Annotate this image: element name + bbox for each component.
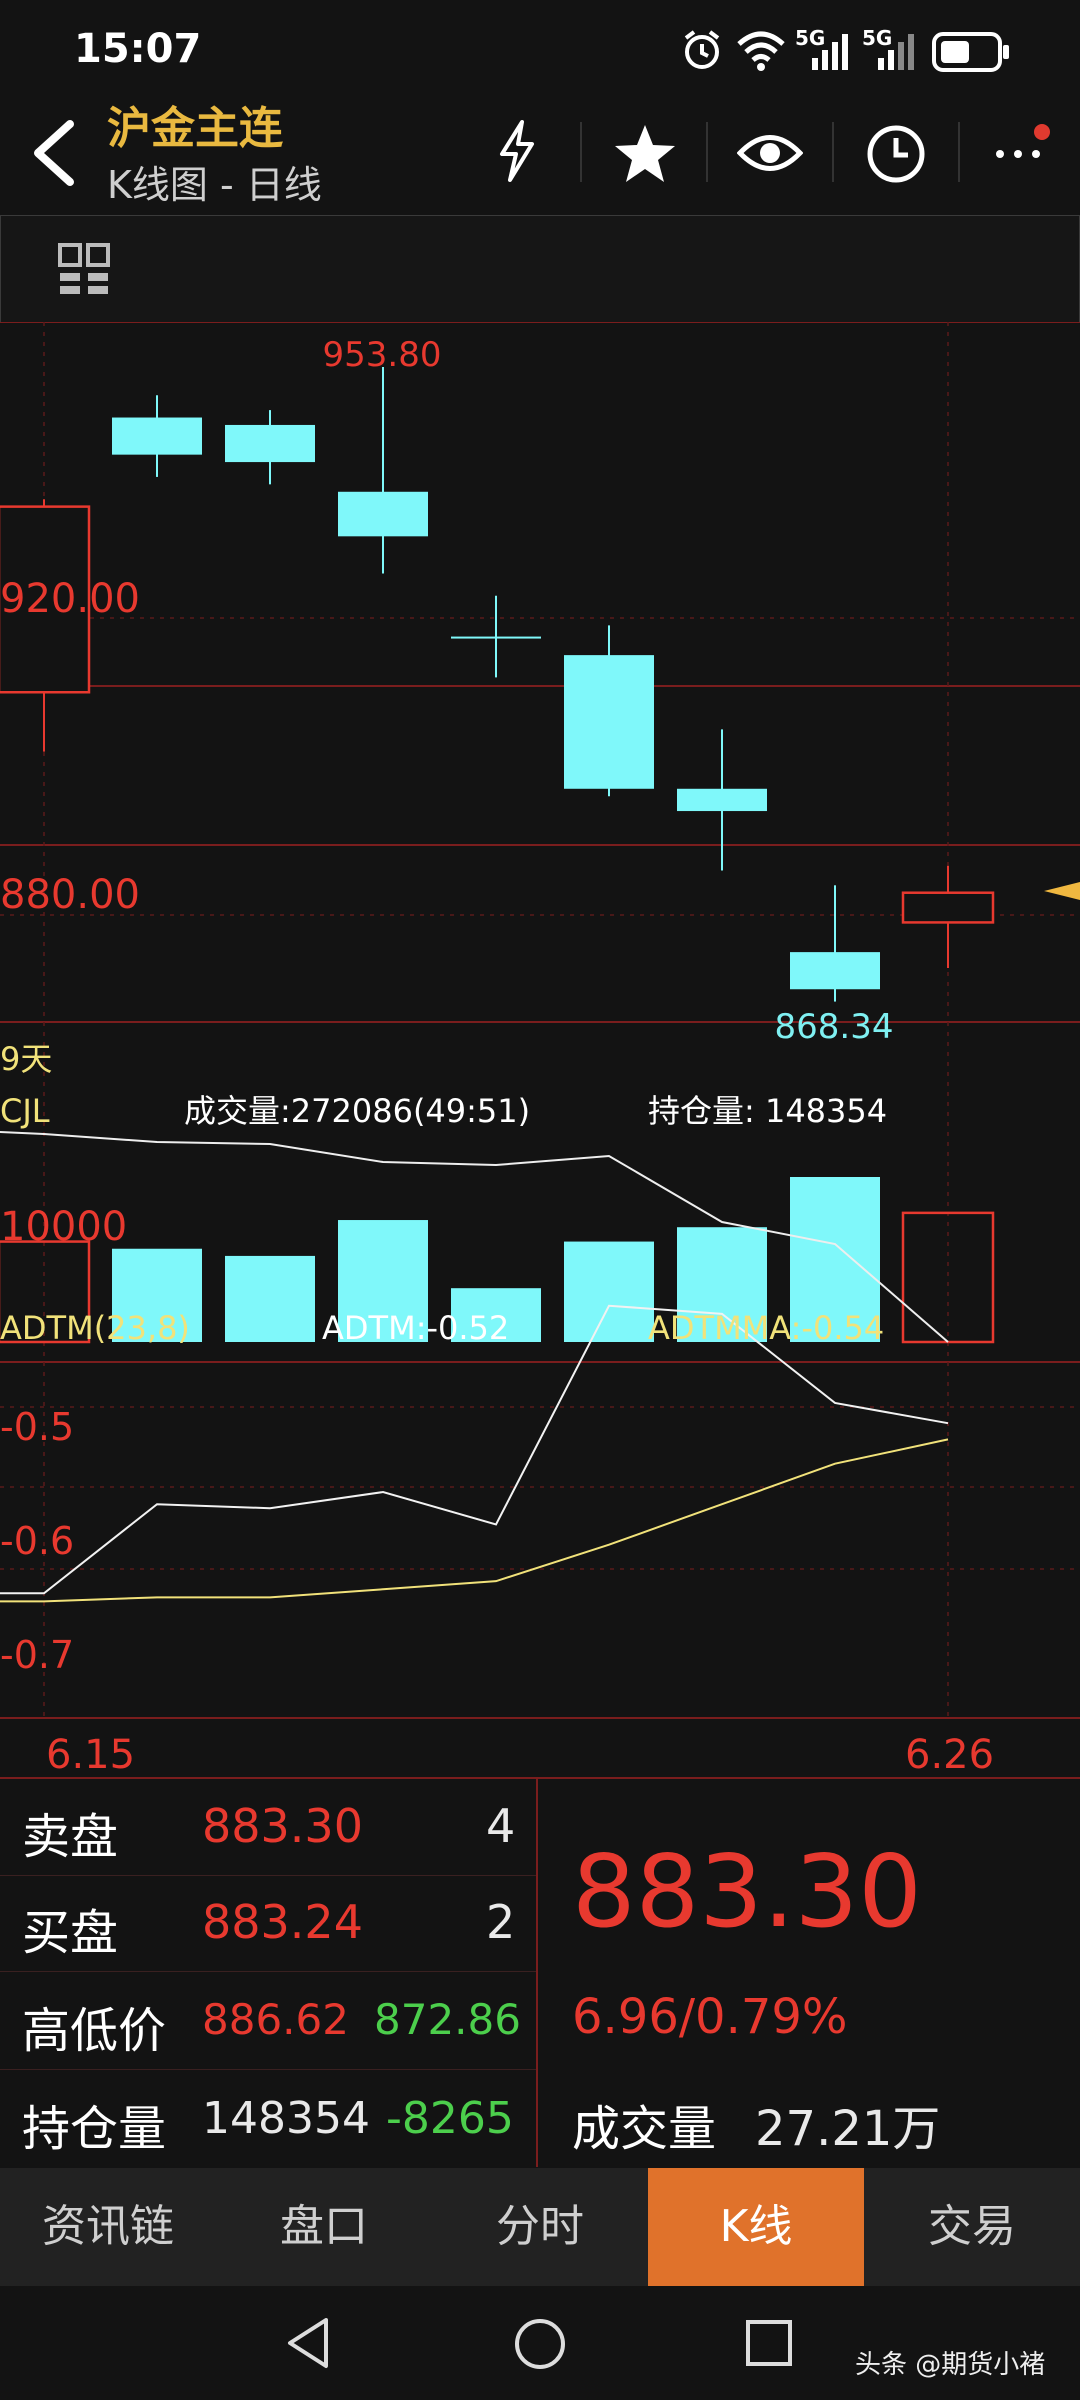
adtm-lines: [0, 1304, 949, 1603]
watch-eye-icon[interactable]: [737, 128, 803, 178]
volume-bar: [225, 1255, 315, 1342]
candle-body: [451, 636, 541, 639]
buy-quantity: 2: [486, 1895, 516, 1949]
alarm-icon: [684, 30, 720, 69]
watermark: 头条 @期货小褚: [855, 2350, 1046, 2380]
period-label: 9天: [0, 1040, 52, 1078]
header-divider: [958, 122, 960, 182]
candle-body: [112, 417, 202, 455]
volume-value: 27.21万: [755, 2101, 941, 2157]
volume-label: 成交量: [572, 2101, 717, 2157]
buy-label: 买盘: [22, 1905, 119, 1961]
candles: [0, 367, 995, 1002]
high-price-label: 953.80: [323, 335, 442, 375]
candle-body: [225, 424, 315, 463]
date-label-end: 6.26: [905, 1732, 994, 1777]
flash-order-icon[interactable]: [492, 118, 542, 184]
price-axis-label-880: 880.00: [0, 872, 140, 918]
clock-history-icon[interactable]: [864, 122, 928, 186]
nav-back-icon[interactable]: [284, 2316, 334, 2370]
header-divider: [580, 122, 582, 182]
row-divider: [0, 1971, 536, 1972]
low-price: 872.86: [374, 1995, 521, 2044]
candle-body: [790, 952, 880, 990]
adtmma-line: [0, 1438, 949, 1603]
price-axis-label-920: 920.00: [0, 576, 140, 622]
system-nav-bar: 头条 @期货小褚: [0, 2286, 1080, 2400]
date-label-start: 6.15: [46, 1732, 135, 1777]
adtm-line: [0, 1304, 949, 1595]
row-divider: [0, 2069, 536, 2070]
candle-body: [564, 655, 654, 789]
open-interest-change: -8265: [386, 2093, 514, 2144]
page-subtitle[interactable]: K线图 - 日线: [107, 154, 322, 209]
tab-news-chain[interactable]: 资讯链: [0, 2168, 216, 2286]
status-bar: 15:07 5G 5G: [0, 0, 1080, 100]
toolbar: [0, 215, 1080, 323]
kline-chart[interactable]: 953.80 920.00 880.00 868.34 9天 CJL 成交量:2…: [0, 322, 1080, 1777]
nav-home-icon[interactable]: [512, 2316, 568, 2372]
high-price: 886.62: [202, 1995, 349, 2044]
tab-trade[interactable]: 交易: [864, 2168, 1080, 2286]
buy-price: 883.24: [202, 1895, 363, 1949]
chart-grid: [0, 322, 1080, 1719]
adtm-axis-label: -0.5: [0, 1405, 74, 1449]
bottom-tab-bar: 资讯链 盘口 分时 K线 交易: [0, 2168, 1080, 2286]
volume-bar: [564, 1241, 654, 1342]
quote-panel: 卖盘 883.30 4 买盘 883.24 2 高低价 886.62 872.8…: [0, 1777, 1080, 2167]
current-price-marker: [1044, 882, 1080, 900]
volume-axis-label: 10000: [0, 1204, 127, 1250]
signal-icon: [812, 34, 848, 70]
more-menu-icon[interactable]: [988, 118, 1056, 178]
battery-icon: [932, 32, 1009, 72]
sell-price: 883.30: [202, 1799, 363, 1853]
row-divider: [0, 1875, 536, 1876]
open-interest-info: 持仓量: 148354: [648, 1092, 887, 1130]
status-time: 15:07: [74, 26, 202, 72]
header-divider: [832, 122, 834, 182]
sell-quantity: 4: [486, 1799, 516, 1853]
sell-label: 卖盘: [22, 1809, 119, 1865]
tab-kline[interactable]: K线: [648, 2168, 864, 2286]
adtm-axis-label: -0.6: [0, 1519, 74, 1563]
low-price-label: 868.34: [775, 1007, 894, 1047]
panel-divider: [536, 1779, 538, 2167]
open-interest-value: 148354: [202, 2093, 370, 2144]
adtm-value: ADTM:-0.52: [322, 1309, 509, 1347]
signal-icon-2: [878, 34, 914, 70]
volume-info: 成交量:272086(49:51): [184, 1092, 530, 1130]
tab-intraday[interactable]: 分时: [432, 2168, 648, 2286]
page-title: 沪金主连: [107, 103, 283, 154]
price-change: 6.96/0.79%: [572, 1989, 848, 2045]
candle-body: [338, 491, 428, 537]
nav-recents-icon[interactable]: [744, 2318, 794, 2368]
tab-order-book[interactable]: 盘口: [216, 2168, 432, 2286]
back-arrow-icon[interactable]: [26, 118, 82, 188]
favorite-star-icon[interactable]: [612, 122, 678, 184]
volume-indicator-name: CJL: [0, 1092, 50, 1130]
high-low-label: 高低价: [22, 2003, 167, 2059]
last-price: 883.30: [572, 1833, 922, 1950]
open-interest-label: 持仓量: [22, 2101, 167, 2157]
adtm-indicator-name: ADTM(23,8): [0, 1309, 190, 1347]
adtmma-value: ADTMMA:-0.54: [648, 1309, 884, 1347]
adtm-axis-label: -0.7: [0, 1633, 74, 1677]
layout-grid-icon[interactable]: [57, 242, 111, 296]
header-divider: [706, 122, 708, 182]
wifi-icon: [737, 31, 785, 71]
candle-body: [677, 788, 767, 812]
candle-body: [901, 891, 995, 924]
